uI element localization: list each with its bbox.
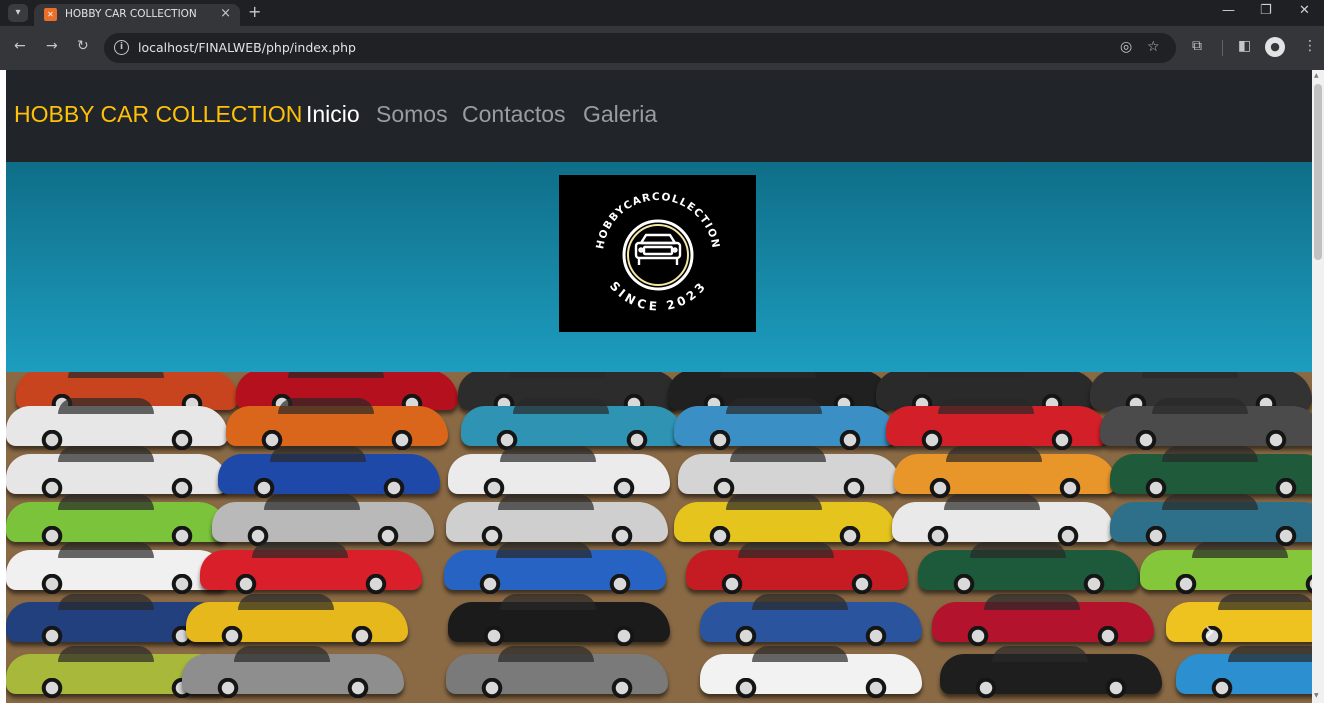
car-row (6, 646, 1312, 698)
car-model (678, 446, 900, 498)
car-model (182, 646, 404, 698)
nav-link-somos[interactable]: Somos (376, 101, 448, 128)
car-model (6, 446, 228, 498)
car-model (886, 398, 1108, 450)
bookmark-star-icon[interactable]: ☆ (1147, 39, 1160, 55)
car-model (700, 646, 922, 698)
browser-menu-icon[interactable]: ⋮ (1303, 38, 1317, 54)
car-model (674, 398, 896, 450)
reload-icon[interactable]: ↻ (77, 38, 89, 54)
extensions-icon[interactable]: ⧉ (1192, 38, 1202, 54)
browser-tab-bar: ▾ ✕ HOBBY CAR COLLECTION × + — ❐ ✕ (0, 0, 1324, 26)
toolbar-divider (1222, 40, 1223, 56)
car-model (700, 594, 922, 646)
chevron-right-icon[interactable]: › (1204, 614, 1215, 647)
tab-title: HOBBY CAR COLLECTION (65, 8, 197, 20)
car-model (6, 494, 228, 546)
car-model (932, 594, 1154, 646)
site-info-icon[interactable]: i (114, 40, 129, 55)
scroll-up-icon[interactable]: ▲ (1314, 72, 1319, 79)
nav-link-galeria[interactable]: Galeria (583, 101, 657, 128)
site-navbar: HOBBY CAR COLLECTION Inicio Somos Contac… (6, 70, 1312, 162)
car-model (186, 594, 408, 646)
profile-avatar-icon[interactable]: ● (1265, 37, 1285, 57)
back-icon[interactable]: ← (14, 38, 26, 54)
car-model (6, 398, 228, 450)
car-model (1140, 542, 1312, 594)
car-model (674, 494, 896, 546)
scroll-down-icon[interactable]: ▼ (1314, 692, 1319, 699)
car-model (918, 542, 1140, 594)
car-model (448, 594, 670, 646)
car-model (446, 494, 668, 546)
eye-off-icon[interactable]: ◎ (1120, 39, 1132, 55)
car-model (1166, 594, 1312, 646)
logo-emblem-icon: HOBBYCARCOLLECTION SINCE 2023 (594, 191, 720, 314)
side-panel-icon[interactable]: ◧ (1238, 38, 1251, 54)
car-model (1176, 646, 1312, 698)
car-row (6, 494, 1312, 546)
url-text[interactable]: localhost/FINALWEB/php/index.php (138, 40, 356, 55)
hero-banner: HOBBYCARCOLLECTION SINCE 2023 (6, 162, 1312, 372)
car-collection-carousel (6, 372, 1312, 703)
page-viewport: HOBBY CAR COLLECTION Inicio Somos Contac… (6, 70, 1312, 703)
scrollbar-thumb[interactable] (1314, 84, 1322, 260)
car-model (894, 446, 1116, 498)
window-close-icon[interactable]: ✕ (1299, 3, 1310, 18)
car-model (940, 646, 1162, 698)
tab-search-button[interactable]: ▾ (8, 4, 28, 22)
car-model (200, 542, 422, 594)
address-bar[interactable]: i localhost/FINALWEB/php/index.php ◎ ☆ (104, 33, 1176, 63)
xampp-favicon-icon: ✕ (44, 8, 57, 21)
tab-close-icon[interactable]: × (220, 6, 231, 21)
car-model (226, 398, 448, 450)
navbar-brand[interactable]: HOBBY CAR COLLECTION (14, 101, 302, 128)
car-model (461, 398, 683, 450)
car-model (892, 494, 1114, 546)
car-model (212, 494, 434, 546)
car-row (6, 542, 1312, 594)
nav-link-inicio[interactable]: Inicio (306, 101, 360, 128)
car-model (446, 646, 668, 698)
car-row (6, 594, 1312, 646)
car-model (1100, 398, 1312, 450)
car-model (448, 446, 670, 498)
car-model (1110, 494, 1312, 546)
site-logo: HOBBYCARCOLLECTION SINCE 2023 (559, 175, 756, 332)
car-model (218, 446, 440, 498)
browser-tab[interactable]: ✕ HOBBY CAR COLLECTION × (34, 4, 240, 26)
nav-link-contactos[interactable]: Contactos (462, 101, 566, 128)
page-scrollbar[interactable]: ▲ ▼ (1312, 70, 1324, 703)
browser-toolbar: ← → ↻ i localhost/FINALWEB/php/index.php… (0, 26, 1324, 70)
car-row (6, 446, 1312, 498)
restore-icon[interactable]: ❐ (1260, 3, 1272, 18)
car-model (686, 542, 908, 594)
minimize-icon[interactable]: — (1222, 3, 1235, 18)
car-model (1110, 446, 1312, 498)
car-model (444, 542, 666, 594)
car-model (6, 542, 228, 594)
car-row (6, 398, 1312, 450)
forward-icon[interactable]: → (46, 38, 58, 54)
new-tab-icon[interactable]: + (248, 2, 261, 21)
